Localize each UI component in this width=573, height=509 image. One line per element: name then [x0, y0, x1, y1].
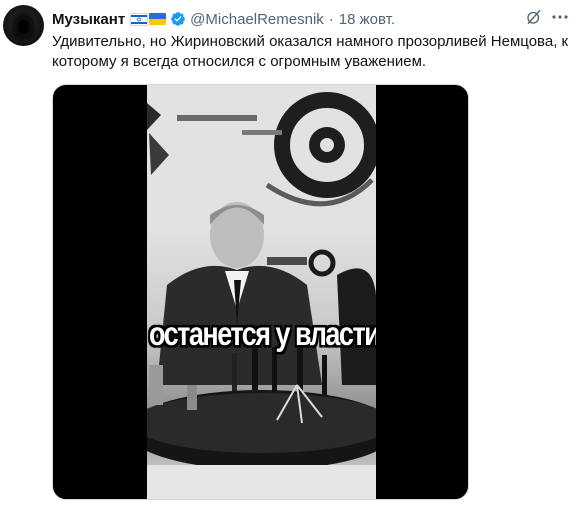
tweet-text: Удивительно, но Жириновский оказался нам…: [52, 33, 569, 70]
video-caption: останется у власти: [149, 315, 376, 353]
grok-icon[interactable]: [525, 8, 543, 26]
ukraine-flag-icon: [149, 13, 167, 25]
more-icon[interactable]: [552, 15, 568, 19]
video-still-illustration: [147, 85, 376, 499]
author-name[interactable]: Музыкант: [52, 11, 125, 28]
tweet-header: Музыкант ✡ @MichaelRemesnik · 18 жовт.: [52, 9, 573, 29]
author-handle[interactable]: @MichaelRemesnik: [190, 11, 324, 28]
header-separator: ·: [328, 10, 334, 28]
tweet[interactable]: Музыкант ✡ @MichaelRemesnik · 18 жовт. У…: [0, 0, 573, 509]
video-player[interactable]: останется у власти: [52, 84, 469, 500]
video-frame[interactable]: останется у власти: [147, 85, 376, 499]
avatar[interactable]: [3, 5, 44, 46]
avatar-face-shadow: [18, 20, 29, 34]
verified-badge-icon[interactable]: [170, 11, 186, 27]
israel-flag-icon: ✡: [130, 12, 149, 26]
tweet-date[interactable]: 18 жовт.: [339, 11, 395, 28]
